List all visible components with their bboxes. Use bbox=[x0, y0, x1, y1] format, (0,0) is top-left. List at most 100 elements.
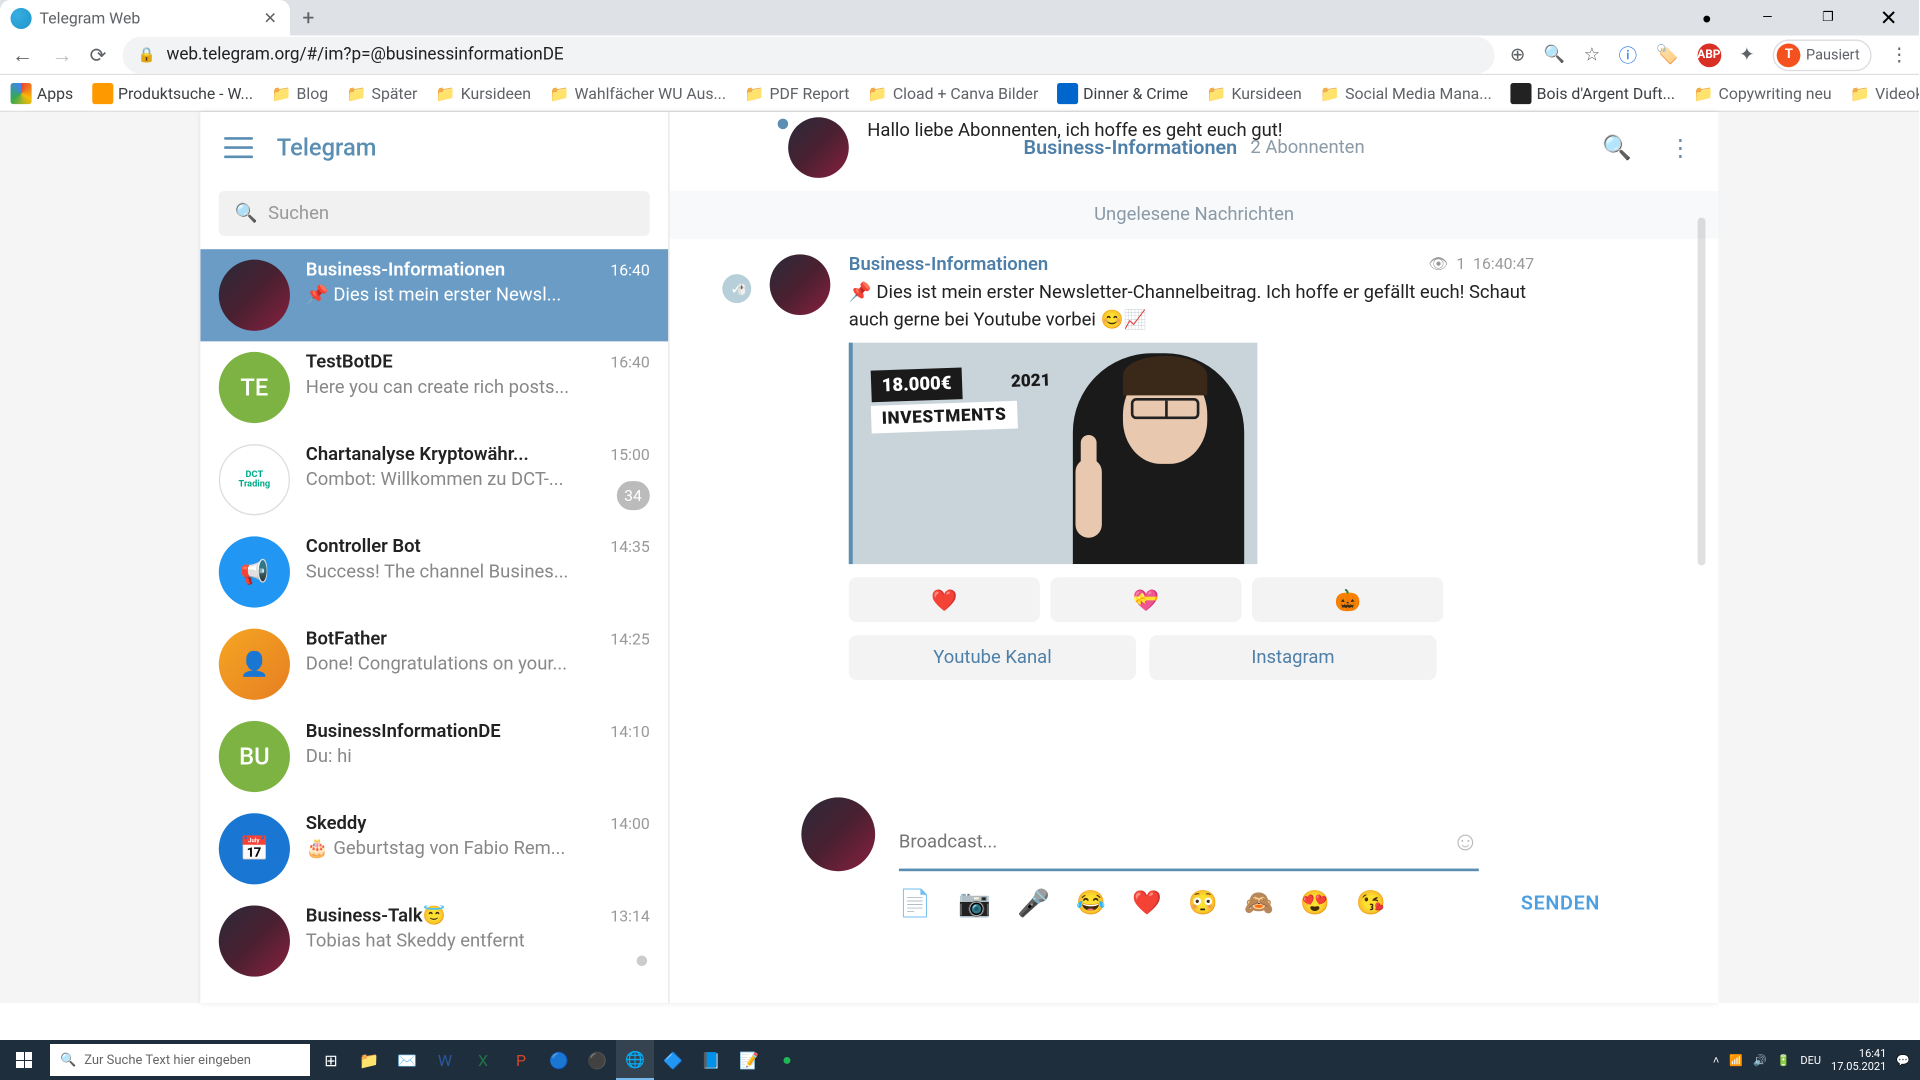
bookmark-item[interactable]: 📁Copywriting neu bbox=[1694, 84, 1832, 102]
link-button-instagram[interactable]: Instagram bbox=[1149, 635, 1436, 680]
app-icon[interactable]: 📘 bbox=[692, 1040, 730, 1080]
install-icon[interactable]: ⊕ bbox=[1510, 44, 1525, 65]
reaction-button[interactable]: 🎃 bbox=[1252, 577, 1443, 622]
bookmark-item[interactable]: 📁PDF Report bbox=[744, 84, 849, 102]
profile-chip[interactable]: T Pausiert bbox=[1773, 39, 1871, 71]
folder-icon: 📁 bbox=[550, 84, 570, 102]
start-button[interactable] bbox=[0, 1040, 48, 1080]
eye-icon: 👁 bbox=[1428, 254, 1448, 272]
chat-item-chartanalyse[interactable]: DCTTrading Chartanalyse Kryptowähr...15:… bbox=[200, 434, 668, 526]
reload-icon[interactable]: ⟳ bbox=[90, 43, 107, 67]
folder-icon bbox=[92, 82, 113, 103]
menu-icon[interactable] bbox=[224, 137, 253, 158]
emoji-picker-icon[interactable]: ☺ bbox=[1452, 825, 1479, 858]
bookmark-item[interactable]: 📁Wahlfächer WU Aus... bbox=[550, 84, 727, 102]
compose-avatar bbox=[801, 797, 875, 871]
edge-icon[interactable]: 🔷 bbox=[654, 1040, 692, 1080]
chat-item-testbotde[interactable]: TE TestBotDE16:40 Here you can create ri… bbox=[200, 341, 668, 433]
avatar: BU bbox=[219, 721, 290, 792]
zoom-icon[interactable]: 🔍 bbox=[1544, 45, 1565, 65]
extension-icon[interactable]: 🏷️ bbox=[1656, 44, 1679, 65]
link-button-youtube[interactable]: Youtube Kanal bbox=[849, 635, 1136, 680]
language-indicator[interactable]: DEU bbox=[1800, 1054, 1821, 1067]
volume-icon[interactable]: 🔊 bbox=[1753, 1054, 1767, 1067]
check-icon[interactable]: ✓ bbox=[722, 274, 751, 303]
chat-item-botfather[interactable]: 👤 BotFather14:25 Done! Congratulations o… bbox=[200, 618, 668, 710]
powerpoint-icon[interactable]: P bbox=[502, 1040, 540, 1080]
chat-item-skeddy[interactable]: 📅 Skeddy14:00 🎂 Geburtstag von Fabio Rem… bbox=[200, 803, 668, 895]
bookmark-item[interactable]: Dinner & Crime bbox=[1057, 82, 1188, 103]
mail-icon[interactable]: ✉️ bbox=[388, 1040, 426, 1080]
quick-emoji[interactable]: 🙈 bbox=[1244, 889, 1274, 917]
close-tab-icon[interactable]: ✕ bbox=[261, 9, 279, 27]
folder-icon: 📁 bbox=[744, 84, 764, 102]
url-field[interactable]: 🔒 web.telegram.org/#/im?p=@businessinfor… bbox=[122, 36, 1494, 73]
search-placeholder: Suchen bbox=[268, 203, 329, 224]
excel-icon[interactable]: X bbox=[464, 1040, 502, 1080]
quick-emoji[interactable]: 😳 bbox=[1188, 889, 1218, 917]
date: 17.05.2021 bbox=[1831, 1060, 1886, 1073]
tray-chevron-icon[interactable]: ˄ bbox=[1713, 1054, 1719, 1067]
chat-item-controller-bot[interactable]: 📢 Controller Bot14:35 Success! The chann… bbox=[200, 526, 668, 618]
explorer-icon[interactable]: 📁 bbox=[350, 1040, 388, 1080]
close-window-icon[interactable]: ✕ bbox=[1858, 0, 1919, 36]
bookmark-item[interactable]: 📁Später bbox=[347, 84, 418, 102]
reaction-button[interactable]: 💝 bbox=[1050, 577, 1241, 622]
attach-icon[interactable]: 📄 bbox=[899, 887, 932, 919]
minimize-icon[interactable]: — bbox=[1737, 0, 1798, 36]
forward-icon[interactable]: → bbox=[50, 42, 74, 68]
chat-title[interactable]: Business-Informationen bbox=[1024, 136, 1238, 160]
chat-item-business-talk[interactable]: Business-Talk😇13:14 Tobias hat Skeddy en… bbox=[200, 895, 668, 987]
word-icon[interactable]: W bbox=[426, 1040, 464, 1080]
adblock-icon[interactable]: ABP bbox=[1697, 43, 1721, 67]
obs-icon[interactable]: ⚫ bbox=[578, 1040, 616, 1080]
extensions-icon[interactable]: ✦ bbox=[1739, 44, 1754, 65]
quick-emoji[interactable]: 😘 bbox=[1356, 889, 1386, 917]
chat-item-business-informationen[interactable]: Business-Informationen16:40 📌 Dies ist m… bbox=[200, 249, 668, 341]
bookmark-item[interactable]: 📁Kursideen bbox=[1206, 84, 1301, 102]
chat-item-businessinformationde[interactable]: BU BusinessInformationDE14:10 Du: hi bbox=[200, 710, 668, 802]
bookmark-item[interactable]: 📁Videokurs Ideen bbox=[1850, 84, 1919, 102]
reader-icon[interactable]: ⓘ bbox=[1619, 42, 1637, 68]
notepad-icon[interactable]: 📝 bbox=[730, 1040, 768, 1080]
back-icon[interactable]: ← bbox=[11, 42, 35, 68]
send-button[interactable]: SENDEN bbox=[1521, 891, 1600, 915]
maximize-icon[interactable]: ❐ bbox=[1798, 0, 1859, 36]
search-input[interactable]: 🔍 Suchen bbox=[219, 191, 650, 236]
bookmark-item[interactable]: Produktsuche - W... bbox=[92, 82, 253, 103]
avatar: 📢 bbox=[219, 536, 290, 607]
quick-emoji[interactable]: 😂 bbox=[1076, 889, 1106, 917]
battery-icon[interactable]: 🔋 bbox=[1777, 1054, 1791, 1067]
bookmark-item[interactable]: Bois d'Argent Duft... bbox=[1510, 82, 1675, 103]
unread-divider: Ungelesene Nachrichten bbox=[670, 191, 1719, 238]
task-view-icon[interactable]: ⊞ bbox=[312, 1040, 350, 1080]
bookmark-item[interactable]: 📁Cload + Canva Bilder bbox=[868, 84, 1038, 102]
broadcast-input[interactable] bbox=[899, 831, 1452, 852]
wifi-icon[interactable]: 📶 bbox=[1729, 1054, 1743, 1067]
apps-button[interactable]: Apps bbox=[11, 82, 74, 103]
chrome-icon[interactable]: 🌐 bbox=[616, 1040, 654, 1080]
spotify-icon[interactable]: ● bbox=[768, 1040, 806, 1080]
message-image[interactable]: 18.000€ INVESTMENTS 2021 bbox=[849, 343, 1258, 564]
menu-icon[interactable]: ⋮ bbox=[1890, 44, 1908, 65]
avatar: DCTTrading bbox=[219, 444, 290, 515]
more-icon[interactable]: ⋮ bbox=[1669, 134, 1693, 162]
taskbar-search[interactable]: 🔍 Zur Suche Text hier eingeben bbox=[50, 1044, 310, 1076]
clock[interactable]: 16:41 17.05.2021 bbox=[1831, 1047, 1886, 1073]
reaction-button[interactable]: ❤️ bbox=[849, 577, 1040, 622]
app-icon[interactable]: 🔵 bbox=[540, 1040, 578, 1080]
bookmark-item[interactable]: 📁Kursideen bbox=[436, 84, 531, 102]
quick-emoji[interactable]: ❤️ bbox=[1132, 889, 1162, 917]
new-tab-button[interactable]: + bbox=[290, 0, 327, 36]
mic-icon[interactable]: 🎤 bbox=[1017, 887, 1050, 919]
camera-icon[interactable]: 📷 bbox=[958, 887, 991, 919]
browser-tab[interactable]: Telegram Web ✕ bbox=[0, 0, 290, 36]
quick-emoji[interactable]: 😍 bbox=[1300, 889, 1330, 917]
scrollbar[interactable] bbox=[1698, 217, 1706, 565]
circle-icon[interactable]: ● bbox=[1676, 0, 1737, 36]
star-icon[interactable]: ☆ bbox=[1584, 44, 1601, 65]
bookmark-item[interactable]: 📁Blog bbox=[272, 84, 329, 102]
notifications-icon[interactable]: 💬 bbox=[1896, 1054, 1910, 1067]
search-icon[interactable]: 🔍 bbox=[1602, 134, 1632, 162]
bookmark-item[interactable]: 📁Social Media Mana... bbox=[1320, 84, 1492, 102]
